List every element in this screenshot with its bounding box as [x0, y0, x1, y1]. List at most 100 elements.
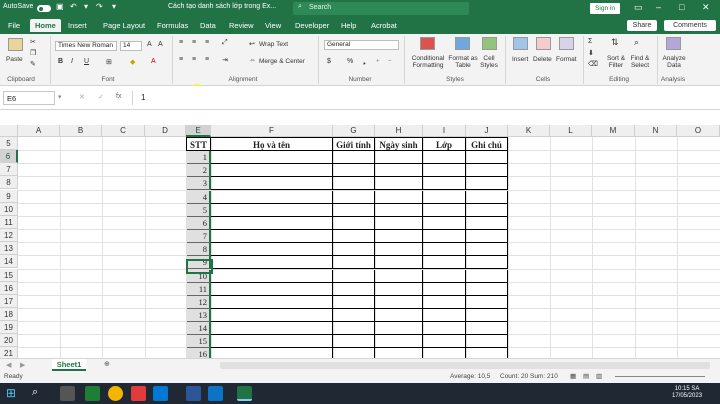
stt-cell[interactable]: 14	[187, 322, 211, 336]
table-cell[interactable]	[423, 243, 466, 257]
search-box[interactable]: ⌕ Search	[293, 2, 469, 15]
tab-help[interactable]: Help	[341, 21, 356, 30]
bold-button[interactable]: B	[58, 58, 63, 65]
row-header-19[interactable]: 19	[0, 321, 18, 335]
maximize-icon[interactable]: □	[679, 2, 684, 12]
table-cell[interactable]	[466, 335, 508, 349]
align-left-icon[interactable]: ≡	[179, 56, 183, 63]
stt-cell[interactable]: 3	[187, 177, 211, 191]
table-cell[interactable]	[466, 269, 508, 283]
table-cell[interactable]	[211, 230, 333, 244]
insert-button[interactable]: Insert	[512, 56, 528, 63]
share-button[interactable]: Share	[627, 20, 657, 31]
table-cell[interactable]	[466, 282, 508, 296]
accounting-format-button[interactable]: $	[327, 58, 331, 65]
sign-in-button[interactable]: Sign in	[590, 3, 620, 14]
paste-button[interactable]: Paste	[6, 56, 23, 63]
table-header-cell[interactable]: STT	[186, 137, 211, 151]
table-cell[interactable]	[333, 151, 375, 165]
table-cell[interactable]	[466, 322, 508, 336]
table-cell[interactable]	[211, 308, 333, 322]
row-header-5[interactable]: 5	[0, 137, 18, 150]
tab-view[interactable]: View	[265, 21, 281, 30]
table-cell[interactable]	[211, 348, 333, 358]
middle-align-icon[interactable]: ≡	[192, 39, 196, 46]
tab-formulas[interactable]: Formulas	[157, 21, 188, 30]
align-right-icon[interactable]: ≡	[205, 56, 209, 63]
table-cell[interactable]	[333, 203, 375, 217]
app-icon[interactable]	[153, 386, 168, 401]
normal-view-icon[interactable]: ▦	[570, 372, 576, 380]
tab-review[interactable]: Review	[229, 21, 254, 30]
row-header-12[interactable]: 12	[0, 229, 18, 243]
table-cell[interactable]	[466, 164, 508, 178]
row-header-11[interactable]: 11	[0, 215, 18, 229]
table-cell[interactable]	[375, 177, 423, 191]
table-cell[interactable]	[333, 256, 375, 270]
comments-button[interactable]: Comments	[664, 20, 716, 31]
table-cell[interactable]	[423, 308, 466, 322]
column-header-l[interactable]: L	[550, 125, 592, 137]
table-header-cell[interactable]: Ghi chú	[466, 137, 508, 151]
row-header-18[interactable]: 18	[0, 307, 18, 321]
table-cell[interactable]	[423, 164, 466, 178]
table-cell[interactable]	[423, 295, 466, 309]
column-header-e[interactable]: E	[186, 125, 211, 137]
table-cell[interactable]	[375, 348, 423, 358]
chrome-icon[interactable]	[108, 386, 123, 401]
stt-cell[interactable]: 4	[187, 190, 211, 204]
table-cell[interactable]	[333, 177, 375, 191]
bottom-align-icon[interactable]: ≡	[205, 39, 209, 46]
tab-home[interactable]: Home	[30, 19, 61, 34]
stt-cell[interactable]: 15	[187, 335, 211, 349]
fill-icon[interactable]: ⬇	[588, 49, 594, 57]
excel-app-icon[interactable]	[85, 386, 100, 401]
paste-icon[interactable]	[8, 38, 23, 51]
table-cell[interactable]	[375, 216, 423, 230]
word-icon[interactable]	[186, 386, 201, 401]
table-cell[interactable]	[211, 295, 333, 309]
table-cell[interactable]	[375, 256, 423, 270]
table-cell[interactable]	[423, 282, 466, 296]
column-header-b[interactable]: B	[60, 125, 102, 137]
stt-cell[interactable]: 11	[187, 282, 211, 296]
table-cell[interactable]	[423, 269, 466, 283]
row-header-7[interactable]: 7	[0, 163, 18, 177]
comma-style-icon[interactable]: ❟	[363, 58, 366, 66]
sheet-tab[interactable]: Sheet1	[52, 359, 86, 371]
delete-button[interactable]: Delete	[533, 56, 552, 63]
next-sheet-icon[interactable]: ▶	[20, 361, 25, 369]
conditional-formatting-button[interactable]: Conditional Formatting	[408, 55, 448, 69]
table-cell[interactable]	[333, 308, 375, 322]
table-cell[interactable]	[333, 348, 375, 358]
table-cell[interactable]	[375, 164, 423, 178]
table-cell[interactable]	[333, 269, 375, 283]
wrap-text-button[interactable]: Wrap Text	[259, 41, 288, 48]
format-as-table-button[interactable]: Format as Table	[448, 55, 478, 69]
italic-button[interactable]: I	[71, 58, 73, 65]
clear-icon[interactable]: ⌫	[588, 60, 598, 68]
top-align-icon[interactable]: ≡	[179, 39, 183, 46]
font-name-dropdown[interactable]: Times New Roman	[55, 41, 117, 51]
column-header-g[interactable]: G	[333, 125, 375, 137]
decrease-font-icon[interactable]: A	[158, 41, 163, 48]
row-header-8[interactable]: 8	[0, 176, 18, 190]
sort-filter-button[interactable]: Sort & Filter	[604, 55, 628, 69]
row-header-21[interactable]: 21	[0, 347, 18, 358]
autosave-toggle[interactable]	[37, 5, 51, 12]
table-cell[interactable]	[466, 190, 508, 204]
column-header-k[interactable]: K	[508, 125, 550, 137]
row-header-10[interactable]: 10	[0, 202, 18, 216]
table-cell[interactable]	[423, 322, 466, 336]
table-cell[interactable]	[423, 151, 466, 165]
table-cell[interactable]	[423, 256, 466, 270]
stt-cell[interactable]: 13	[187, 308, 211, 322]
zalo-icon[interactable]	[208, 386, 223, 401]
column-header-c[interactable]: C	[102, 125, 145, 137]
column-header-m[interactable]: M	[592, 125, 635, 137]
column-header-n[interactable]: N	[635, 125, 677, 137]
table-cell[interactable]	[375, 335, 423, 349]
row-header-9[interactable]: 9	[0, 189, 18, 203]
namebox-dropdown-icon[interactable]: ▾	[58, 93, 62, 101]
ribbon-display-icon[interactable]: ▭	[634, 2, 643, 13]
